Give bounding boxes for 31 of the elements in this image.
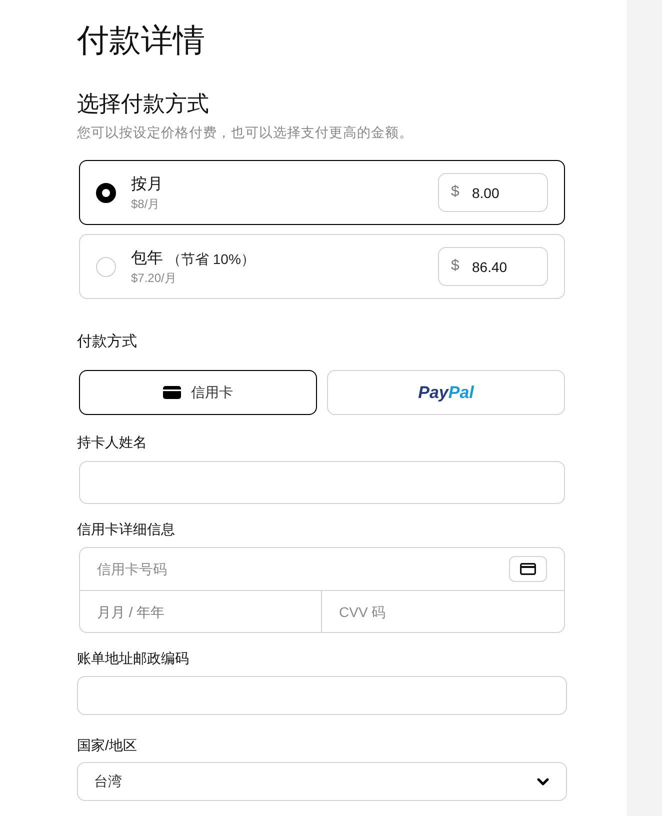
chevron-down-icon [537, 778, 549, 786]
discount-note: （节省 10%） [167, 250, 255, 268]
section-heading: 选择付款方式 [77, 90, 210, 118]
plan-price-note: $8/月 [131, 196, 161, 212]
radio-button[interactable] [96, 182, 116, 202]
credit-card-button[interactable]: 信用卡 [79, 370, 317, 415]
section-heading: 付款方式 [77, 332, 138, 352]
field-label: 国家/地区 [77, 736, 138, 755]
plan-name: 按月 [131, 174, 163, 194]
page-title: 付款详情 [77, 21, 206, 60]
section-description: 您可以按设定价格付费，也可以选择支付更高的金额。 [77, 124, 414, 142]
cardholder-name-field[interactable] [79, 461, 565, 504]
card-button[interactable] [509, 556, 547, 582]
credit-card-icon [163, 386, 181, 399]
card-details-field[interactable]: 信用卡号码 月月 / 年年 CVV 码 [79, 547, 565, 633]
field-label: 持卡人姓名 [77, 433, 148, 452]
paypal-button[interactable]: PayPal [327, 370, 565, 415]
credit-card-icon [520, 563, 536, 575]
plan-price-note: $7.20/月 [131, 270, 178, 286]
pricing-option[interactable]: 按月 $8/月 8.00 $ [79, 160, 565, 225]
field-label: 账单地址邮政编码 [77, 649, 190, 668]
currency-symbol: $ [451, 183, 460, 201]
plan-name: 包年 [131, 248, 163, 268]
expiry-date-field[interactable]: 月月 / 年年 [80, 591, 322, 632]
postal-code-field[interactable] [77, 676, 567, 715]
currency-symbol: $ [451, 257, 460, 275]
cvv-field[interactable]: CVV 码 [322, 591, 564, 632]
card-number-field[interactable]: 信用卡号码 [80, 548, 509, 590]
field-label: 信用卡详细信息 [77, 520, 176, 539]
country-select[interactable]: 台湾 [77, 762, 567, 801]
pricing-option[interactable]: 包年 （节省 10%） $7.20/月 86.40 $ [79, 234, 565, 299]
